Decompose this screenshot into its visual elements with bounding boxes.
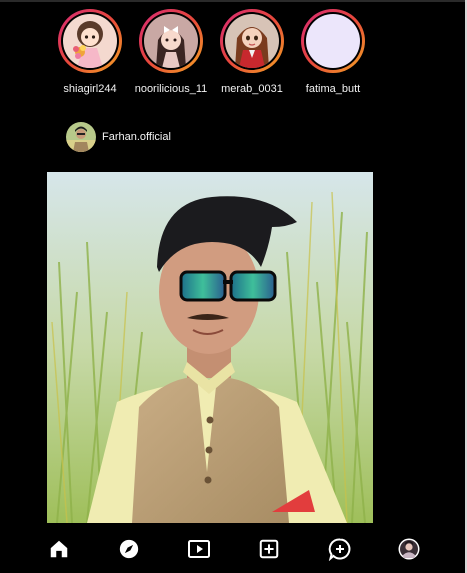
story-avatar: [63, 14, 117, 68]
bottom-nav: [0, 526, 465, 573]
post-author-avatar[interactable]: [66, 122, 96, 152]
story-ring: [58, 9, 122, 73]
story-item[interactable]: merab_0031: [210, 9, 294, 101]
profile-avatar: [398, 538, 420, 560]
post-header: Farhan.official: [64, 120, 264, 154]
post-image[interactable]: [47, 172, 373, 523]
story-ring: [220, 9, 284, 73]
nav-explore-button[interactable]: [116, 536, 142, 562]
stories-bar: shiagirl244 noorilicious_11 merab_0031 f…: [48, 9, 378, 101]
story-item[interactable]: noorilicious_11: [129, 9, 213, 101]
nav-reels-button[interactable]: [186, 536, 212, 562]
nav-messages-button[interactable]: [327, 536, 353, 562]
add-square-icon: [259, 539, 279, 559]
story-avatar: [144, 14, 198, 68]
story-username: fatima_butt: [305, 83, 361, 95]
story-ring: [301, 9, 365, 73]
story-avatar: [306, 14, 360, 68]
nav-home-button[interactable]: [46, 536, 72, 562]
top-divider: [0, 0, 467, 2]
story-avatar: [225, 14, 279, 68]
home-icon: [50, 540, 68, 558]
post-author-username[interactable]: Farhan.official: [102, 131, 171, 143]
nav-profile-button[interactable]: [396, 536, 422, 562]
nav-create-button[interactable]: [256, 536, 282, 562]
story-ring: [139, 9, 203, 73]
compass-icon: [119, 539, 139, 559]
story-item[interactable]: shiagirl244: [48, 9, 132, 101]
story-item[interactable]: fatima_butt: [291, 9, 375, 101]
message-plus-icon: [328, 538, 351, 561]
reels-icon: [188, 540, 210, 558]
